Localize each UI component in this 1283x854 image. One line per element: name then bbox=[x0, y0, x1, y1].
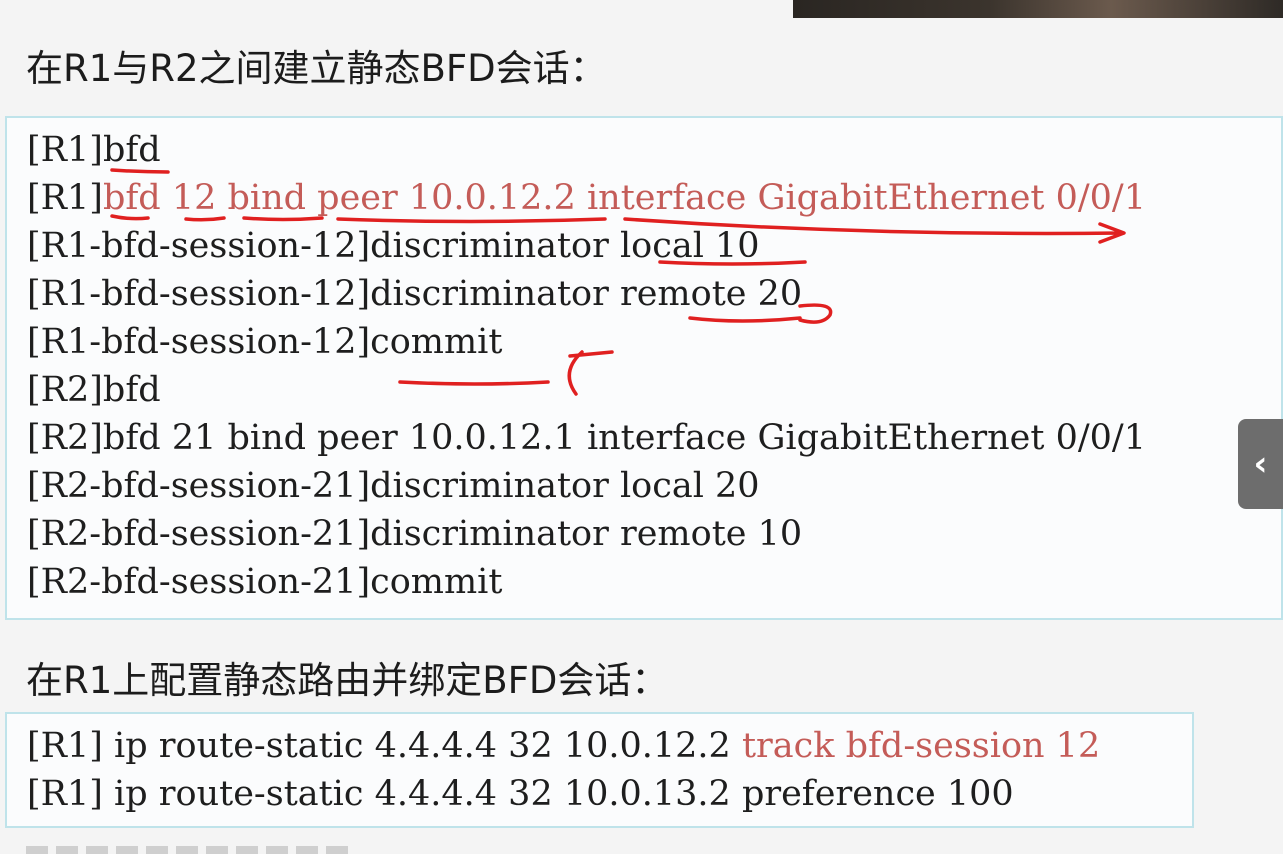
code-line: [R1-bfd-session-12]discriminator local 1… bbox=[27, 226, 760, 266]
code-line: [R1-bfd-session-12]commit bbox=[27, 322, 503, 362]
code-line: [R1]bfd bbox=[27, 130, 161, 170]
section-heading-bfd-session: 在R1与R2之间建立静态BFD会话： bbox=[26, 47, 607, 90]
code-line: [R1] ip route-static 4.4.4.4 32 10.0.12.… bbox=[27, 726, 1101, 766]
code-line: [R1]bfd 12 bind peer 10.0.12.2 interface… bbox=[27, 178, 1146, 218]
code-line: [R1-bfd-session-12]discriminator remote … bbox=[27, 274, 803, 314]
code-line: [R2-bfd-session-21]discriminator remote … bbox=[27, 514, 803, 554]
section-heading-static-route: 在R1上配置静态路由并绑定BFD会话： bbox=[26, 659, 669, 702]
code-line: [R2-bfd-session-21]commit bbox=[27, 562, 503, 602]
prev-slide-button[interactable]: ‹ bbox=[1238, 419, 1283, 509]
chevron-left-icon: ‹ bbox=[1253, 444, 1268, 484]
code-line: [R2-bfd-session-21]discriminator local 2… bbox=[27, 466, 760, 506]
video-overlay bbox=[793, 0, 1283, 18]
highlighted-text: track bfd-session 12 bbox=[741, 726, 1101, 766]
code-block-bfd-config: [R1]bfd [R1]bfd 12 bind peer 10.0.12.2 i… bbox=[5, 116, 1283, 620]
cut-off-text bbox=[26, 846, 356, 854]
highlighted-text: bfd 12 bind peer 10.0.12.2 interface Gig… bbox=[102, 178, 1146, 218]
code-block-static-route: [R1] ip route-static 4.4.4.4 32 10.0.12.… bbox=[5, 712, 1194, 828]
code-line: [R2]bfd bbox=[27, 370, 161, 410]
code-line: [R2]bfd 21 bind peer 10.0.12.1 interface… bbox=[27, 418, 1146, 458]
code-line: [R1] ip route-static 4.4.4.4 32 10.0.13.… bbox=[27, 774, 1014, 814]
